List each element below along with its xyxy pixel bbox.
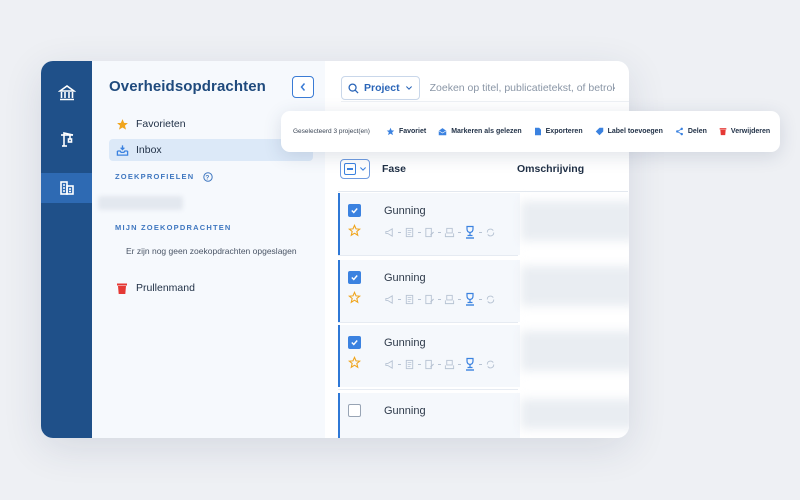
search-icon [348,82,359,94]
sidebar-item-label: Inbox [136,144,162,156]
row-checkbox[interactable] [348,336,361,349]
table-row[interactable]: Gunning [338,260,520,322]
construction-crane-icon[interactable] [41,124,92,154]
refresh-icon [486,295,495,303]
header-divider [338,191,628,192]
selection-count: Geselecteerd 3 project(en) [293,128,370,135]
sidebar-item-prullenmand[interactable]: Prullenmand [109,277,313,299]
government-building-icon[interactable] [41,78,92,108]
inbox-tray-icon [444,227,455,237]
document-icon [405,227,414,237]
phase-progress [384,225,499,239]
checkbox-partial-icon [344,163,356,175]
table-row[interactable]: Gunning [338,393,520,438]
zoekprofielen-heading: ZOEKPROFIELEN ? [115,172,213,182]
blurred-description [521,399,629,429]
document-icon [534,127,541,136]
blurred-description [521,266,629,306]
sidebar-item-label: Favorieten [136,118,186,130]
trophy-icon [466,292,474,306]
megaphone-icon [385,294,393,304]
row-checkbox[interactable] [348,404,361,417]
column-header-omschrijving[interactable]: Omschrijving [517,163,584,175]
collapse-sidebar-button[interactable] [292,76,314,98]
help-icon[interactable]: ? [202,172,213,182]
trash-icon [114,280,130,296]
buildings-icon[interactable] [41,173,92,203]
star-outline-icon[interactable] [348,291,361,304]
chevron-left-icon [300,83,306,91]
phase-label: Gunning [384,337,426,349]
row-divider [338,255,518,256]
document-icon [405,294,414,304]
megaphone-icon [385,227,393,237]
trash-icon [719,128,727,136]
phase-label: Gunning [384,205,426,217]
document-edit-icon [425,227,435,237]
search-input[interactable] [429,82,615,94]
delen-button[interactable]: Delen [675,127,707,136]
share-icon [675,127,683,136]
document-edit-icon [425,294,435,304]
verwijderen-button[interactable]: Verwijderen [719,127,770,136]
scope-select-value: Project [364,82,400,94]
row-divider [338,389,518,390]
refresh-icon [486,228,495,236]
chevron-down-icon [405,86,412,90]
phase-progress [384,357,499,371]
favoriet-button[interactable]: Favoriet [386,127,426,136]
blurred-profile [98,196,183,210]
star-outline-icon[interactable] [348,356,361,369]
table-row[interactable]: Gunning [338,325,520,387]
label-toevoegen-button[interactable]: Label toevoegen [595,127,663,136]
row-checkbox[interactable] [348,271,361,284]
inbox-tray-icon [444,359,455,369]
blurred-description [521,201,629,241]
phase-label: Gunning [384,272,426,284]
chevron-down-icon [360,167,366,171]
checkmark-icon [351,208,358,214]
search-bar: Project [341,75,629,102]
inbox-tray-icon [444,294,455,304]
document-edit-icon [425,359,435,369]
app-title: Overheidsopdrachten [109,78,266,95]
select-all-toggle[interactable] [340,159,370,179]
checkmark-icon [351,340,358,346]
trophy-icon [466,357,474,371]
inbox-icon [114,142,130,158]
scope-select[interactable]: Project [341,76,420,100]
empty-searches-note: Er zijn nog geen zoekopdrachten opgeslag… [126,246,297,256]
icon-rail [41,61,92,438]
star-icon [114,116,130,132]
star-outline-icon[interactable] [348,224,361,237]
tag-icon [595,127,603,136]
trophy-icon [466,225,474,239]
column-header-fase[interactable]: Fase [382,163,406,175]
table-row[interactable]: Gunning [338,193,520,255]
refresh-icon [486,360,495,368]
sidebar-item-label: Prullenmand [136,282,195,294]
phase-label: Gunning [384,405,426,417]
exporteren-button[interactable]: Exporteren [534,127,583,136]
svg-text:?: ? [205,174,210,181]
row-checkbox[interactable] [348,204,361,217]
envelope-open-icon [438,128,447,136]
star-icon [386,127,395,136]
mark-read-button[interactable]: Markeren als gelezen [438,127,522,136]
row-divider [338,322,518,323]
phase-progress [384,292,499,306]
checkmark-icon [351,275,358,281]
mijn-zoekopdrachten-heading: MIJN ZOEKOPDRACHTEN [115,223,232,232]
document-icon [405,359,414,369]
bulk-action-toolbar: Geselecteerd 3 project(en) Favoriet Mark… [281,111,780,152]
megaphone-icon [385,359,393,369]
blurred-description [521,331,629,371]
